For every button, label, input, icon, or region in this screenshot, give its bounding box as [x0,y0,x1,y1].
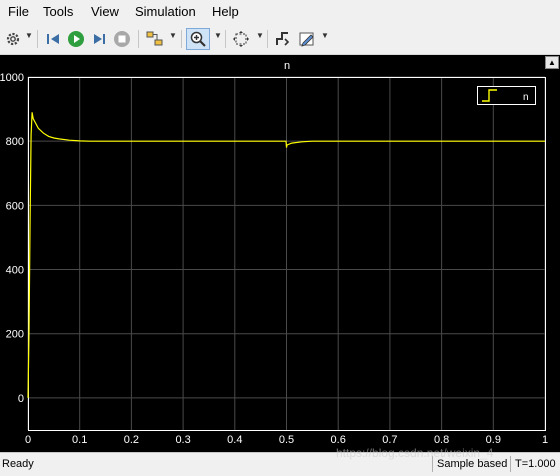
fit-to-view-icon[interactable] [230,29,252,49]
step-forward-icon[interactable] [89,29,109,49]
zoom-dropdown-icon[interactable]: ▼ [214,31,222,40]
highlight-dropdown-icon[interactable]: ▼ [169,31,177,40]
stop-icon[interactable] [112,29,132,49]
toolbar-separator [37,30,38,48]
toolbar-separator [138,30,139,48]
scope-plot-area [0,55,560,452]
menu-tools[interactable]: Tools [43,4,73,19]
run-icon[interactable] [66,29,86,49]
menu-help[interactable]: Help [212,4,239,19]
status-ready: Ready [2,458,34,470]
status-time: T=1.000 [510,456,556,472]
settings-dropdown-icon[interactable]: ▼ [25,31,33,40]
zoom-in-icon[interactable] [186,28,210,50]
menu-view[interactable]: View [91,4,119,19]
menu-bar: File Tools View Simulation Help [0,0,560,24]
menu-simulation[interactable]: Simulation [135,4,196,19]
trigger-icon[interactable] [272,29,294,49]
highlight-block-icon[interactable] [144,29,166,49]
plot-title: n [283,60,291,72]
fit-dropdown-icon[interactable]: ▼ [256,31,264,40]
settings-gear-icon[interactable] [4,29,22,49]
toolbar-separator [181,30,182,48]
toolbar-separator [267,30,268,48]
undock-icon[interactable]: ▲ [545,56,559,69]
toolbar-separator [225,30,226,48]
watermark: https://blog.csdn.net/weixin_4 [336,446,494,460]
step-back-icon[interactable] [44,29,64,49]
style-dropdown-icon[interactable]: ▼ [321,31,329,40]
menu-file[interactable]: File [8,4,29,19]
style-pen-icon[interactable] [296,29,318,49]
toolbar: ▼ ▼ ▼ ▼ ▼ [0,24,560,55]
